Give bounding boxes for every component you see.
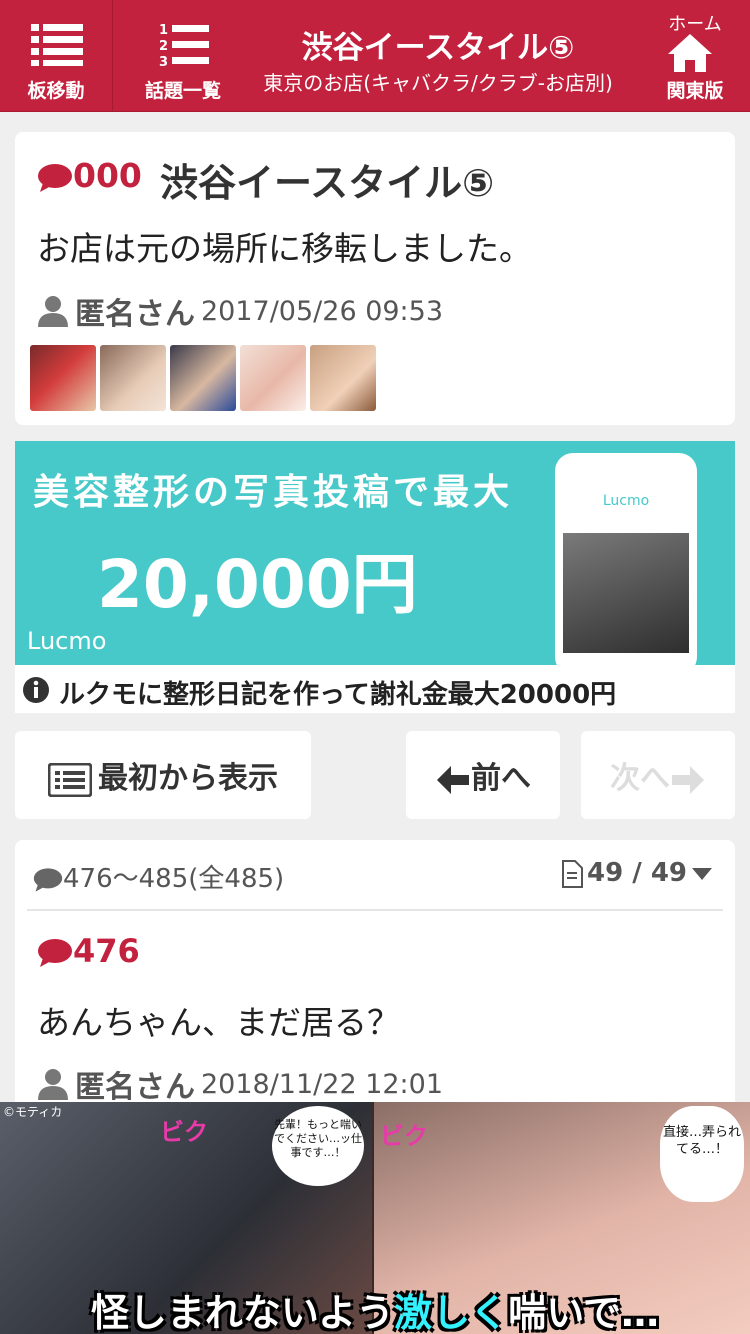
tagline-suffix: 喘いで… [508, 1291, 660, 1334]
board-move-button[interactable]: 板移動 [0, 0, 113, 112]
home-button[interactable]: ホーム 関東版 [640, 0, 750, 112]
topic-list-label: 話題一覧 [144, 80, 221, 102]
phone-brand-text: Lucmo [602, 493, 650, 509]
res-number-text: 476 [73, 932, 140, 970]
board-move-label: 板移動 [27, 80, 85, 102]
next-page-button[interactable]: 次へ [581, 731, 735, 819]
page-title: 渋谷イースタイル⑤ [301, 30, 575, 66]
next-page-label: 次へ [610, 761, 670, 796]
speech-bubble: 先輩！もっと喘いでください…ッ仕事です…！ [272, 1106, 364, 1186]
page-indicator: 49 / 49 [587, 858, 687, 888]
speech-bubble: 直接…弄られてる…！ [660, 1106, 744, 1202]
page-selector[interactable]: 49 / 49 [561, 858, 713, 888]
thumbnail-image[interactable] [240, 345, 306, 411]
person-icon [38, 296, 68, 327]
thread-title-block: 渋谷イースタイル⑤ 東京のお店(キャバクラ/クラブ-お店別) [253, 0, 623, 112]
thread-list-card: 476～485(全485) 49 / 49 476 あんちゃん、まだ居る？ 匿名… [15, 840, 735, 1140]
thumbnail-image[interactable] [100, 345, 166, 411]
tagline-highlight: 激しく [394, 1291, 509, 1334]
prev-page-label: 前へ [471, 761, 531, 796]
manga-ad-banner[interactable]: ©モティカ 先輩！もっと喘いでください…ッ仕事です…！ 直接…弄られてる…！ ビ… [0, 1102, 750, 1334]
thumbnail-image[interactable] [310, 345, 376, 411]
response-range: 476～485(全485) [33, 858, 284, 895]
document-icon [562, 859, 584, 888]
author-name: 匿名さん [75, 297, 195, 332]
author-name: 匿名さん [75, 1070, 195, 1105]
res-number[interactable]: 000 [37, 156, 142, 195]
arrow-right-icon [672, 765, 704, 794]
home-icon [668, 34, 712, 72]
comment-icon [38, 163, 72, 192]
comment-icon [38, 939, 72, 967]
topic-list-button[interactable]: 1 2 3 話題一覧 [113, 0, 253, 112]
ad-caption[interactable]: ルクモに整形日記を作って謝礼金最大20000円 [15, 665, 735, 713]
post-author-row: 匿名さん 2018/11/22 12:01 [37, 1062, 443, 1106]
svg-text:1: 1 [159, 23, 168, 38]
app-header: 板移動 1 2 3 話題一覧 渋谷イースタイル⑤ 東京のお店(キャバクラ/クラブ… [0, 0, 750, 112]
divider [27, 909, 723, 911]
ad-amount: 20,000円 [97, 546, 418, 623]
res-number[interactable]: 476 [37, 932, 140, 970]
post-author-row: 匿名さん 2017/05/26 09:53 [37, 289, 443, 333]
list-icon [47, 762, 93, 797]
phone-photo [563, 533, 689, 653]
post-date: 2018/11/22 12:01 [201, 1068, 444, 1100]
info-icon [23, 677, 49, 703]
show-from-start-button[interactable]: 最初から表示 [15, 731, 311, 819]
ad-banner[interactable]: 美容整形の写真投稿で最大 20,000円 Lucmo Lucmo [15, 441, 735, 665]
tagline-prefix: 怪しまれないよう [90, 1291, 395, 1334]
thumbnail-image[interactable] [170, 345, 236, 411]
home-region-label: 関東版 [666, 80, 724, 102]
svg-text:3: 3 [159, 55, 168, 68]
thumbnail-image[interactable] [30, 345, 96, 411]
manga-credit: ©モティカ [3, 1105, 63, 1119]
comment-icon [33, 867, 63, 892]
ad-brand-logo: Lucmo [27, 627, 107, 655]
ad-caption-text: ルクモに整形日記を作って謝礼金最大20000円 [59, 680, 617, 710]
post-date: 2017/05/26 09:53 [201, 295, 444, 327]
manga-tagline: 怪しまれないよう激しく喘いで… [0, 1282, 750, 1334]
post-body: お店は元の場所に移転しました。 [37, 229, 532, 268]
post-title: 渋谷イースタイル⑤ [160, 161, 495, 205]
post-body: あんちゃん、まだ居る？ [37, 1003, 400, 1042]
first-post-card: 000 渋谷イースタイル⑤ お店は元の場所に移転しました。 匿名さん 2017/0… [15, 132, 735, 425]
show-from-start-label: 最初から表示 [98, 761, 278, 796]
list-icon [31, 24, 83, 66]
response-range-text: 476～485(全485) [63, 864, 285, 894]
page-subtitle: 東京のお店(キャバクラ/クラブ-お店別) [263, 71, 613, 95]
svg-text:2: 2 [159, 39, 168, 54]
person-icon [38, 1069, 68, 1100]
thumbnail-strip [30, 345, 380, 415]
numbered-list-icon: 1 2 3 [159, 23, 209, 68]
prev-page-button[interactable]: 前へ [406, 731, 560, 819]
arrow-left-icon [437, 765, 469, 794]
sfx-mark: ビク [380, 1122, 428, 1150]
sfx-mark: ビク [160, 1118, 208, 1146]
caret-down-icon [692, 867, 712, 880]
ad-phone-mockup: Lucmo [555, 453, 697, 665]
res-number-text: 000 [73, 156, 142, 195]
ad-headline: 美容整形の写真投稿で最大 [33, 472, 514, 513]
